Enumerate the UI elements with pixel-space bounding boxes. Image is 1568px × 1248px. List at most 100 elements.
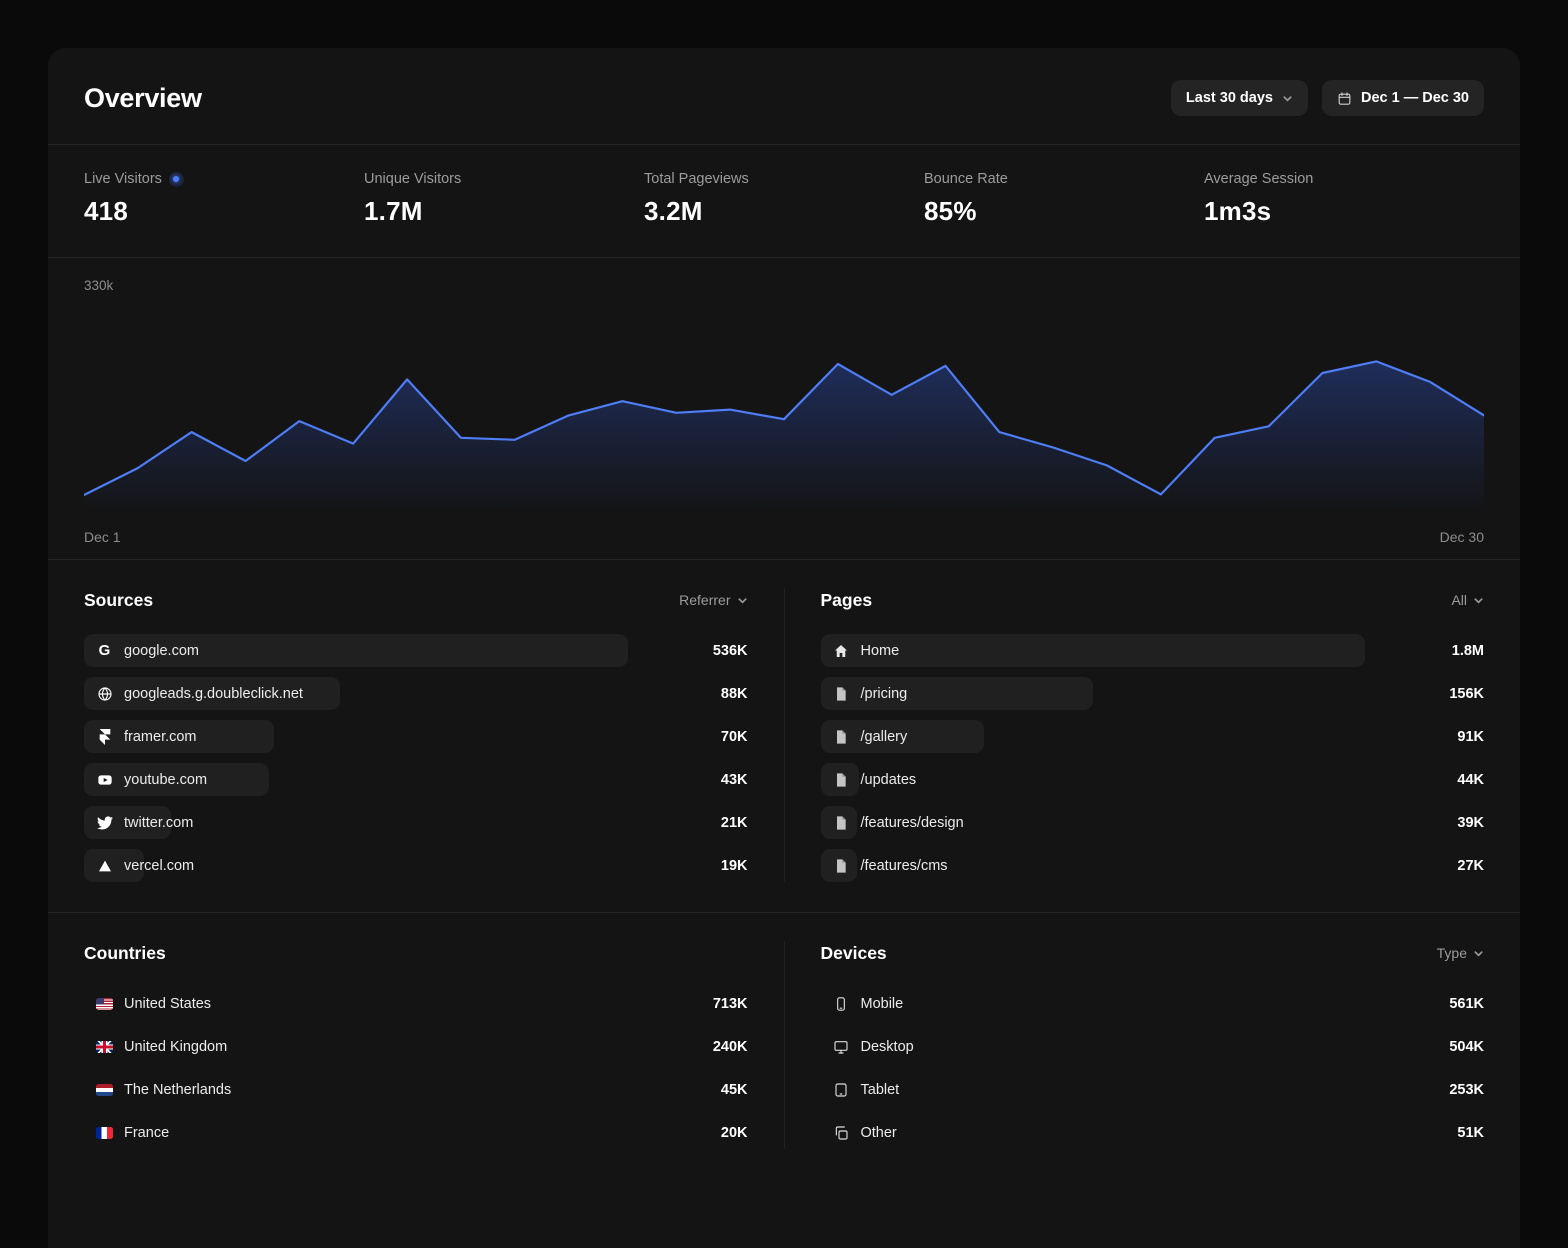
- google-icon: G: [96, 642, 113, 659]
- device-value: 51K: [1457, 1125, 1484, 1141]
- source-value: 88K: [721, 686, 748, 702]
- device-value: 561K: [1449, 996, 1484, 1012]
- device-row[interactable]: Mobile 561K: [821, 987, 1485, 1020]
- country-row[interactable]: United Kingdom 240K: [84, 1030, 748, 1063]
- countries-list: United States 713K United Kingdom 240K T…: [84, 987, 748, 1149]
- chevron-down-icon: [1282, 93, 1293, 104]
- flag-fr-icon: [96, 1124, 113, 1141]
- page-title: Overview: [84, 83, 202, 114]
- source-label: framer.com: [124, 729, 197, 745]
- device-row[interactable]: Other 51K: [821, 1116, 1485, 1149]
- device-value: 504K: [1449, 1039, 1484, 1055]
- countries-title: Countries: [84, 943, 166, 964]
- source-label: vercel.com: [124, 858, 194, 874]
- devices-title: Devices: [821, 943, 887, 964]
- page-label: /features/cms: [861, 858, 948, 874]
- source-row[interactable]: framer.com 70K: [84, 720, 748, 753]
- page-row[interactable]: /features/cms 27K: [821, 849, 1485, 882]
- countries-header: Countries: [84, 941, 748, 965]
- calendar-icon: [1337, 91, 1352, 106]
- sources-filter-dropdown[interactable]: Referrer: [679, 592, 747, 608]
- source-row[interactable]: youtube.com 43K: [84, 763, 748, 796]
- mobile-icon: [833, 995, 850, 1012]
- stat-average-session: Average Session 1m3s: [1204, 171, 1484, 227]
- page-label: /updates: [861, 772, 917, 788]
- page-row[interactable]: /pricing 156K: [821, 677, 1485, 710]
- header-actions: Last 30 days Dec 1 — Dec 30: [1171, 80, 1484, 116]
- pages-filter-dropdown[interactable]: All: [1451, 592, 1484, 608]
- chart-ymax-label: 330k: [84, 278, 1484, 293]
- country-label: The Netherlands: [124, 1082, 231, 1098]
- flag-gb-icon: [96, 1038, 113, 1055]
- vertical-divider: [784, 941, 785, 1149]
- file-icon: [833, 857, 850, 874]
- date-range-button[interactable]: Dec 1 — Dec 30: [1322, 80, 1484, 116]
- twitter-icon: [96, 814, 113, 831]
- country-label: United States: [124, 996, 211, 1012]
- page-bar: [821, 634, 1365, 667]
- file-icon: [833, 771, 850, 788]
- page-label: Home: [861, 643, 900, 659]
- stat-total-pageviews: Total Pageviews 3.2M: [644, 171, 924, 227]
- file-icon: [833, 728, 850, 745]
- pages-title: Pages: [821, 590, 873, 611]
- page-value: 44K: [1457, 772, 1484, 788]
- page-row[interactable]: /gallery 91K: [821, 720, 1485, 753]
- source-row[interactable]: twitter.com 21K: [84, 806, 748, 839]
- country-row[interactable]: The Netherlands 45K: [84, 1073, 748, 1106]
- vertical-divider: [784, 588, 785, 882]
- source-label: google.com: [124, 643, 199, 659]
- tablet-icon: [833, 1081, 850, 1098]
- vercel-icon: [96, 857, 113, 874]
- country-value: 20K: [721, 1125, 748, 1141]
- device-value: 253K: [1449, 1082, 1484, 1098]
- stat-label: Bounce Rate: [924, 171, 1204, 187]
- desktop-icon: [833, 1038, 850, 1055]
- countries-devices-section: Countries United States 713K United King…: [48, 912, 1520, 1179]
- x-axis-end-label: Dec 30: [1440, 529, 1484, 545]
- header: Overview Last 30 days Dec 1 — Dec 30: [48, 48, 1520, 144]
- page-value: 39K: [1457, 815, 1484, 831]
- stat-value: 418: [84, 196, 364, 227]
- date-range-label: Dec 1 — Dec 30: [1361, 90, 1469, 106]
- page-value: 27K: [1457, 858, 1484, 874]
- stats-row: Live Visitors 418 Unique Visitors 1.7M T…: [48, 144, 1520, 257]
- source-value: 19K: [721, 858, 748, 874]
- devices-list: Mobile 561K Desktop 504K Tablet 253K Oth…: [821, 987, 1485, 1149]
- sources-list: G google.com 536K googleads.g.doubleclic…: [84, 634, 748, 882]
- country-row[interactable]: France 20K: [84, 1116, 748, 1149]
- source-label: youtube.com: [124, 772, 207, 788]
- stat-value: 3.2M: [644, 196, 924, 227]
- source-row[interactable]: vercel.com 19K: [84, 849, 748, 882]
- flag-us-icon: [96, 995, 113, 1012]
- range-dropdown-label: Last 30 days: [1186, 90, 1273, 106]
- source-row[interactable]: googleads.g.doubleclick.net 88K: [84, 677, 748, 710]
- source-value: 70K: [721, 729, 748, 745]
- source-label: googleads.g.doubleclick.net: [124, 686, 303, 702]
- page-row[interactable]: /updates 44K: [821, 763, 1485, 796]
- range-dropdown[interactable]: Last 30 days: [1171, 80, 1308, 116]
- country-row[interactable]: United States 713K: [84, 987, 748, 1020]
- file-icon: [833, 685, 850, 702]
- source-row[interactable]: G google.com 536K: [84, 634, 748, 667]
- countries-panel: Countries United States 713K United King…: [84, 941, 748, 1149]
- chevron-down-icon: [1473, 595, 1484, 606]
- country-label: France: [124, 1125, 169, 1141]
- home-icon: [833, 642, 850, 659]
- stat-value: 1.7M: [364, 196, 644, 227]
- devices-filter-dropdown[interactable]: Type: [1437, 945, 1484, 961]
- source-value: 43K: [721, 772, 748, 788]
- page-row[interactable]: Home 1.8M: [821, 634, 1485, 667]
- stat-label: Total Pageviews: [644, 171, 924, 187]
- file-icon: [833, 814, 850, 831]
- chevron-down-icon: [737, 595, 748, 606]
- globe-icon: [96, 685, 113, 702]
- source-label: twitter.com: [124, 815, 193, 831]
- device-row[interactable]: Tablet 253K: [821, 1073, 1485, 1106]
- device-row[interactable]: Desktop 504K: [821, 1030, 1485, 1063]
- stat-bounce-rate: Bounce Rate 85%: [924, 171, 1204, 227]
- visitors-trend-chart[interactable]: [84, 301, 1484, 513]
- page-row[interactable]: /features/design 39K: [821, 806, 1485, 839]
- chart-x-axis: Dec 1 Dec 30: [84, 529, 1484, 545]
- sources-title: Sources: [84, 590, 153, 611]
